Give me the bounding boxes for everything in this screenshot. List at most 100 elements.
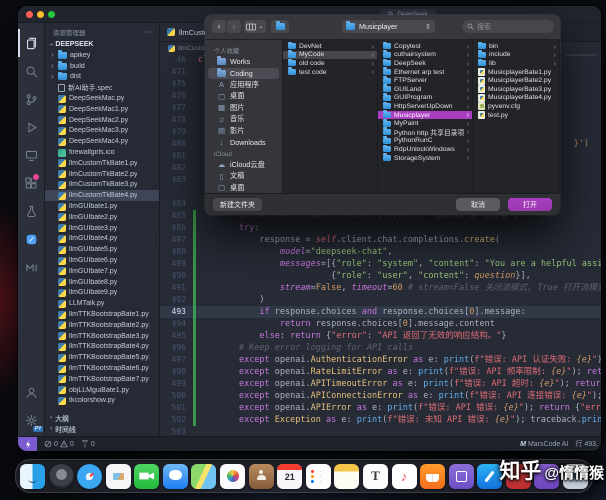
ext-blue-icon[interactable] <box>18 225 44 253</box>
view-mode-button[interactable]: ⌄ <box>244 20 266 33</box>
back-button[interactable]: ‹ <box>212 20 226 33</box>
textedit-dock-icon[interactable] <box>362 463 388 489</box>
new-folder-button[interactable]: 新建文件夹 <box>213 198 262 211</box>
calendar-dock-icon[interactable]: 21 <box>277 463 303 489</box>
tree-item[interactable]: llmTTKBootstrapBate7.py <box>45 374 159 385</box>
problems-indicator[interactable]: 0 0 <box>44 440 74 448</box>
finder-dock-icon[interactable] <box>20 463 45 489</box>
calculator-dock-icon[interactable] <box>448 463 474 489</box>
column-item[interactable]: PythonRunC › <box>378 136 472 146</box>
column-item[interactable]: cuthairsystem › <box>378 50 472 60</box>
maps-dock-icon[interactable] <box>191 463 217 489</box>
explorer-icon[interactable] <box>18 29 44 57</box>
tree-item[interactable]: llmCustomTkBate4.py <box>45 190 159 202</box>
search-icon[interactable] <box>18 57 44 85</box>
minimize-button[interactable] <box>37 11 44 18</box>
tree-item[interactable]: llmTTKBootstrapBate6.py <box>45 363 159 374</box>
column-item[interactable]: test.py <box>473 111 559 120</box>
code-line[interactable]: 502 except Exception as e: print(f"错误: 未… <box>160 414 601 426</box>
tree-item[interactable]: llmGUIbate4.py <box>45 234 159 245</box>
code-line[interactable]: 495 else: return {"error": "API 返回了无效的响应… <box>160 330 601 342</box>
column-item[interactable]: MusicplayerBate3.py <box>473 85 559 94</box>
cursor-position[interactable]: 行 493, <box>575 439 598 449</box>
code-line[interactable]: 498 except openai.RateLimitError as e: p… <box>160 366 601 378</box>
sidebar-item--[interactable]: ♫ 音乐 <box>208 114 279 126</box>
books-dock-icon[interactable] <box>420 463 446 489</box>
code-line[interactable]: 492 ) <box>160 294 601 306</box>
sidebar-item--[interactable]: ▦ 图片 <box>208 102 279 114</box>
messages-dock-icon[interactable] <box>162 463 188 489</box>
outline-section[interactable]: › 大纲 <box>45 412 159 423</box>
broadcast-indicator[interactable]: 0 <box>81 440 95 448</box>
code-line[interactable]: 500 except openai.APIConnectionError as … <box>160 390 601 402</box>
source-control-icon[interactable] <box>18 85 44 113</box>
tree-item[interactable]: LLMTalk.py <box>45 298 159 309</box>
code-line[interactable]: 486 try: <box>160 222 601 234</box>
safari-dock-icon[interactable] <box>77 463 103 489</box>
tree-item[interactable]: objLLMguiBate1.py <box>45 385 159 396</box>
extensions-icon[interactable] <box>18 169 44 197</box>
code-line[interactable]: 496 # Keep error logging for API calls <box>160 342 601 354</box>
column-item[interactable]: MusicplayerBate4.py <box>473 93 559 103</box>
remote-indicator[interactable] <box>18 437 37 451</box>
facetime-dock-icon[interactable] <box>134 463 160 489</box>
notes-dock-icon[interactable] <box>334 463 360 489</box>
run-debug-icon[interactable] <box>18 113 44 141</box>
tree-item[interactable]: DeepSeekMac.py <box>45 93 159 104</box>
sidebar-item-icloud-[interactable]: ☁ iCloud云盘 <box>208 159 279 171</box>
forward-button[interactable]: › <box>227 20 241 33</box>
column-item[interactable]: pyvenv.cfg <box>473 102 559 111</box>
column-item[interactable]: GUILand › <box>378 84 472 94</box>
tree-item[interactable]: llmCustomTkBate3.py <box>45 180 159 191</box>
preview-dock-icon[interactable] <box>105 463 131 489</box>
tree-item[interactable]: tkcolorshow.py <box>45 396 159 407</box>
tree-item[interactable]: llmGUIbate7.py <box>45 266 159 277</box>
tree-item[interactable]: llmGUIbate8.py <box>45 277 159 288</box>
code-line[interactable]: 487 response = self.client.chat.completi… <box>160 234 601 246</box>
sidebar-item-works[interactable]: Works <box>208 56 279 68</box>
column-item[interactable]: MusicplayerBate2.py <box>473 76 559 85</box>
tree-item[interactable]: firewallgirls.ico <box>45 147 159 158</box>
tree-item[interactable]: llmGUIbate1.py <box>45 201 159 212</box>
zoom-button[interactable] <box>48 11 55 18</box>
code-line[interactable]: 491 stream=False, timeout=60 # stream=Fa… <box>160 282 601 294</box>
marscode-ai-status[interactable]: M MarsCode AI <box>520 441 568 448</box>
tree-item[interactable]: llmTTKBootstrapBate1.py <box>45 309 159 320</box>
column-item[interactable]: DevNet › <box>283 41 377 51</box>
column-item[interactable]: Python http 共享目录项目 › <box>378 127 472 137</box>
project-root-row[interactable]: › DEEPSEEK <box>45 39 159 50</box>
code-line[interactable]: 493 if response.choices and response.cho… <box>160 306 601 318</box>
tree-item[interactable]: › apikey <box>45 50 159 61</box>
column-item[interactable]: MusicplayerBate1.py <box>473 68 559 77</box>
reminders-dock-icon[interactable] <box>305 463 331 489</box>
sidebar-item--[interactable]: ▤ 影片 <box>208 125 279 137</box>
account-icon[interactable] <box>18 378 44 406</box>
remote-explorer-icon[interactable] <box>18 141 44 169</box>
tree-item[interactable]: llmGUIbate2.py <box>45 212 159 223</box>
app-blue-dock-icon[interactable] <box>562 463 588 489</box>
tree-item[interactable]: DeepSeekMac3.py <box>45 126 159 137</box>
tree-item[interactable]: DeepSeekMac4.py <box>45 136 159 147</box>
column-item[interactable]: lib › <box>473 58 559 68</box>
tree-item[interactable]: 新AI助手.spec <box>45 82 159 93</box>
tree-item[interactable]: DeepSeekMac2.py <box>45 115 159 126</box>
appstore-dock-icon[interactable] <box>477 463 503 489</box>
marscode-icon[interactable] <box>18 253 44 281</box>
column-item[interactable]: Copytest › <box>378 41 472 51</box>
column-item[interactable]: include › <box>473 50 559 60</box>
more-actions-icon[interactable]: ⋯ <box>146 28 154 36</box>
code-line[interactable]: 499 except openai.APITimeoutError as e: … <box>160 378 601 390</box>
code-line[interactable]: 497 except openai.AuthenticationError as… <box>160 354 601 366</box>
sidebar-item--[interactable]: ▢ 桌面 <box>208 182 279 193</box>
launchpad-dock-icon[interactable] <box>48 463 74 489</box>
tree-item[interactable]: llmCustomTkBate2.py <box>45 169 159 180</box>
folder-action-button[interactable] <box>271 20 289 33</box>
code-line[interactable]: 488 model="deepseek-chat", <box>160 246 601 258</box>
column-item[interactable]: Ethernet arp test › <box>378 67 472 77</box>
tree-item[interactable]: llmTTKBootstrapBate4.py <box>45 342 159 353</box>
column-item[interactable]: FTPServer › <box>378 75 472 85</box>
code-line[interactable]: 489 messages=[{"role": "system", "conten… <box>160 258 601 270</box>
code-line[interactable]: 490 {"role": "user", "content": question… <box>160 270 601 282</box>
open-button[interactable]: 打开 <box>508 198 552 211</box>
column-item[interactable]: DeepSeek › <box>378 58 472 68</box>
